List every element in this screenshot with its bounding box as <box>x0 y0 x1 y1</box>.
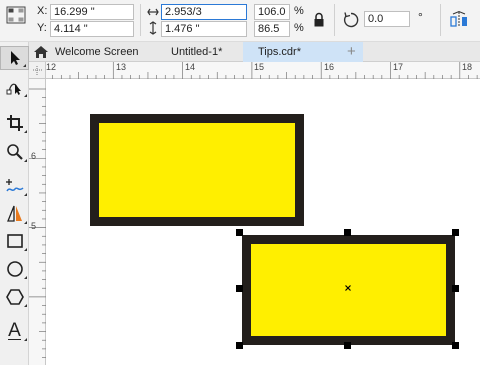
center-mark-icon <box>345 285 351 291</box>
ruler-label: 16 <box>324 62 335 72</box>
y-position-field[interactable]: 4.114 " <box>50 21 134 37</box>
tab-welcome-screen[interactable]: Welcome Screen <box>55 42 139 62</box>
flyout-indicator <box>24 248 27 251</box>
ruler-origin-corner[interactable] <box>29 62 46 79</box>
freehand-tool[interactable] <box>0 174 29 198</box>
x-label: X: <box>37 5 48 17</box>
flyout-indicator <box>24 338 27 341</box>
drawing-canvas[interactable] <box>47 80 480 365</box>
property-bar: X: 16.299 " Y: 4.114 " 2.953/3 1.476 " 1… <box>0 0 480 42</box>
lock-ratio-icon[interactable] <box>313 12 325 28</box>
height-icon <box>149 21 157 35</box>
ruler-label: 6 <box>31 151 37 161</box>
scale-x-field[interactable]: 106.0 <box>254 4 290 20</box>
object-width-field[interactable]: 2.953/3 <box>161 4 247 20</box>
rectangle-tool[interactable] <box>0 229 29 253</box>
separator <box>440 4 441 36</box>
selection-handle-middle-right[interactable] <box>452 285 459 292</box>
ellipse-icon <box>6 261 23 277</box>
ellipse-tool[interactable] <box>0 257 29 281</box>
magnifier-icon <box>6 144 23 160</box>
selection-handle-top-right[interactable] <box>452 229 459 236</box>
selection-handle-top-left[interactable] <box>236 229 243 236</box>
ruler-label: 17 <box>393 62 404 72</box>
shape-node-icon <box>6 83 21 95</box>
mirror-horizontal-icon[interactable] <box>449 10 469 28</box>
scale-y-percent: % <box>294 22 304 34</box>
rectangle-icon <box>6 234 23 248</box>
polygon-tool[interactable] <box>0 285 29 309</box>
new-tab-button[interactable]: + <box>347 42 356 62</box>
rotation-degree-symbol: ° <box>418 10 423 24</box>
y-label: Y: <box>37 22 47 34</box>
pick-tool[interactable] <box>0 46 29 70</box>
flyout-indicator <box>24 159 27 162</box>
flyout-indicator <box>24 304 27 307</box>
ruler-origin-icon <box>33 66 42 75</box>
object-height-field[interactable]: 1.476 " <box>161 21 247 37</box>
artistic-media-icon <box>6 205 22 222</box>
flyout-indicator <box>24 130 27 133</box>
ruler-label: 13 <box>116 62 127 72</box>
toolbox: A <box>0 42 29 365</box>
text-tool[interactable]: A <box>0 319 29 343</box>
crop-tool[interactable] <box>0 111 29 135</box>
freehand-curve-icon <box>5 179 24 192</box>
separator <box>140 4 141 36</box>
flyout-indicator <box>23 64 26 67</box>
x-position-field[interactable]: 16.299 " <box>50 4 134 20</box>
yellow-rectangle-1[interactable] <box>90 114 304 226</box>
vertical-ruler[interactable]: 6 5 <box>29 79 46 365</box>
zoom-tool[interactable] <box>0 140 29 164</box>
selection-handle-middle-left[interactable] <box>236 285 243 292</box>
ruler-label: 5 <box>31 221 37 231</box>
rotate-icon <box>343 12 359 28</box>
tab-tips-cdr[interactable]: Tips.cdr* <box>243 42 363 62</box>
scale-x-percent: % <box>294 5 304 17</box>
width-icon <box>147 8 159 16</box>
home-icon[interactable] <box>33 45 49 59</box>
ruler-label: 18 <box>462 62 473 72</box>
polygon-icon <box>5 289 24 305</box>
rotation-angle-field[interactable]: 0.0 <box>364 11 410 27</box>
ruler-label: 14 <box>185 62 196 72</box>
ruler-label: 15 <box>254 62 265 72</box>
selection-handle-bottom-left[interactable] <box>236 342 243 349</box>
flyout-indicator <box>24 276 27 279</box>
selection-handle-bottom-right[interactable] <box>452 342 459 349</box>
flyout-indicator <box>24 94 27 97</box>
corel-draw-window: X: 16.299 " Y: 4.114 " 2.953/3 1.476 " 1… <box>0 0 480 365</box>
arrow-icon <box>10 51 20 65</box>
object-position-icon <box>6 6 26 24</box>
horizontal-ruler[interactable]: 12 13 14 15 16 17 18 <box>29 62 480 79</box>
selection-handle-bottom-center[interactable] <box>344 342 351 349</box>
separator <box>334 4 335 36</box>
tab-untitled-1[interactable]: Untitled-1* <box>171 42 222 62</box>
crop-icon <box>6 115 23 131</box>
flyout-indicator <box>24 221 27 224</box>
flyout-indicator <box>24 193 27 196</box>
scale-y-field[interactable]: 86.5 <box>254 21 290 37</box>
shape-tool[interactable] <box>0 75 29 99</box>
document-tab-bar: Welcome Screen Untitled-1* Tips.cdr* + <box>29 42 480 62</box>
selection-handle-top-center[interactable] <box>344 229 351 236</box>
ruler-label: 12 <box>46 62 57 72</box>
artistic-media-tool[interactable] <box>0 202 29 226</box>
